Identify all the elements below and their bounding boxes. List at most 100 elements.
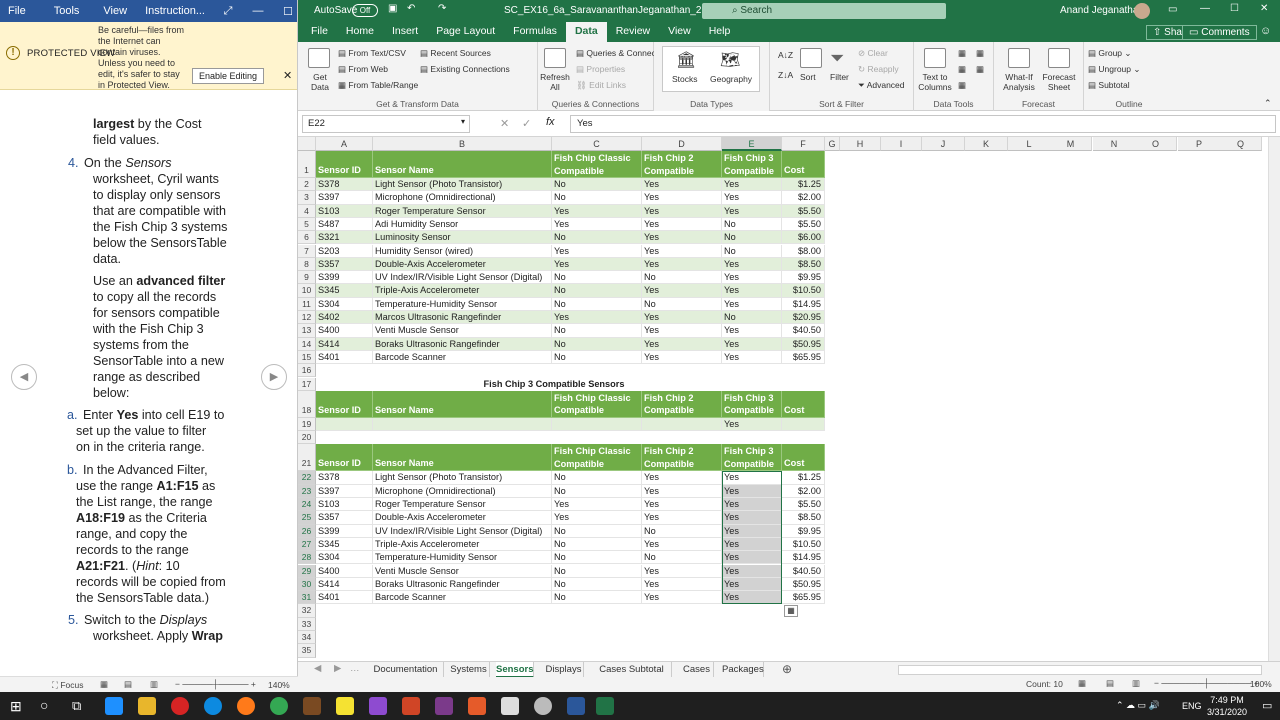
sheet-tab-sensors[interactable]: Sensors <box>496 662 534 678</box>
notepad-icon[interactable] <box>501 697 519 715</box>
header-cell[interactable]: Fish Chip Classic Compatible <box>552 390 642 418</box>
clock-date[interactable]: 3/31/2020 <box>1204 707 1250 717</box>
table-cell[interactable]: Yes <box>722 284 782 298</box>
file-explorer-icon[interactable] <box>138 697 156 715</box>
table-cell[interactable]: No <box>552 591 642 605</box>
table-cell[interactable]: Yes <box>722 324 782 338</box>
table-cell[interactable]: Yes <box>642 244 722 258</box>
app-icon[interactable] <box>468 697 486 715</box>
row-header[interactable]: 1 <box>298 151 316 178</box>
table-cell[interactable]: No <box>722 217 782 232</box>
row-header[interactable]: 24 <box>298 498 316 512</box>
column-header-d[interactable]: D <box>642 137 722 151</box>
table-cell[interactable]: Yes <box>642 217 722 232</box>
header-cell[interactable]: Sensor ID <box>316 390 373 418</box>
worksheet-grid[interactable]: A B C D E F G H I J K L M N O P Q 1 2 3 4 5 6 7 8 9 10 11 12 13 14 15 16… <box>298 137 1280 661</box>
table-cell[interactable]: $14.95 <box>782 551 825 565</box>
row-header[interactable]: 5 <box>298 217 316 232</box>
clear-button[interactable]: ⊘ Clear <box>858 48 888 59</box>
table-cell[interactable]: UV Index/IR/Visible Light Sensor (Digita… <box>373 524 552 538</box>
row-header[interactable]: 23 <box>298 484 316 498</box>
row-header[interactable]: 25 <box>298 511 316 525</box>
table-cell[interactable]: Yes <box>642 484 722 498</box>
row-header[interactable]: 17 <box>298 377 316 391</box>
sheet-tab-packages[interactable]: Packages <box>722 662 764 678</box>
table-cell[interactable]: Yes <box>722 178 782 192</box>
header-cell[interactable]: Fish Chip Classic Compatible <box>552 151 642 178</box>
column-header-l[interactable]: L <box>1008 137 1051 151</box>
table-cell[interactable]: S304 <box>316 297 373 311</box>
column-header-a[interactable]: A <box>316 137 373 151</box>
table-cell[interactable]: S402 <box>316 311 373 325</box>
table-cell[interactable]: Yes <box>552 311 642 325</box>
table-cell[interactable]: Yes <box>552 257 642 272</box>
table-cell[interactable]: Yes <box>722 257 782 272</box>
table-cell[interactable]: $8.50 <box>782 257 825 272</box>
windows-icon[interactable]: ⊞ <box>10 698 22 715</box>
page-break-view-icon[interactable]: ▥ <box>1132 678 1140 689</box>
table-cell[interactable]: Yes <box>642 537 722 552</box>
tab-review[interactable]: Review <box>607 22 659 42</box>
table-cell[interactable]: $9.95 <box>782 271 825 285</box>
flash-fill-icon[interactable]: ▦ <box>958 48 966 59</box>
formula-input[interactable]: Yes <box>570 115 1276 133</box>
table-cell[interactable]: Yes <box>642 350 722 365</box>
restore-icon[interactable]: ⤢ <box>213 5 243 18</box>
table-cell[interactable]: Yes <box>552 498 642 512</box>
table-cell[interactable]: $9.95 <box>782 524 825 538</box>
next-page-icon[interactable]: ▶ <box>261 364 287 390</box>
header-cell[interactable]: Fish Chip Classic Compatible <box>552 444 642 472</box>
table-cell[interactable]: S414 <box>316 337 373 351</box>
print-layout-icon[interactable]: ▤ <box>124 679 132 690</box>
table-cell[interactable]: S378 <box>316 471 373 485</box>
previous-page-icon[interactable]: ◀ <box>11 364 37 390</box>
table-cell[interactable]: No <box>552 191 642 205</box>
excel-icon[interactable] <box>596 697 614 715</box>
table-cell[interactable]: Yes <box>642 311 722 325</box>
table-cell[interactable]: Light Sensor (Photo Transistor) <box>373 471 552 485</box>
data-validation-icon[interactable]: ▦ <box>958 80 966 91</box>
table-cell[interactable]: Yes <box>722 350 782 365</box>
table-cell[interactable]: No <box>552 551 642 565</box>
smiley-icon[interactable]: ☺ <box>1260 25 1271 37</box>
table-cell[interactable]: No <box>642 551 722 565</box>
column-header-h[interactable]: H <box>840 137 881 151</box>
row-header[interactable]: 3 <box>298 191 316 205</box>
next-sheet-icon[interactable]: ▶ <box>334 663 341 674</box>
row-header[interactable]: 14 <box>298 337 316 351</box>
table-cell[interactable]: $40.50 <box>782 324 825 338</box>
table-cell[interactable]: S399 <box>316 524 373 538</box>
refresh-all-button[interactable]: Refresh All <box>538 72 572 92</box>
table-cell[interactable]: S401 <box>316 591 373 605</box>
table-cell[interactable]: Yes <box>552 244 642 258</box>
column-header-k[interactable]: K <box>965 137 1008 151</box>
minimize-icon[interactable]: — <box>1200 3 1210 14</box>
tab-view[interactable]: View <box>659 22 700 42</box>
edit-links-button[interactable]: ⛓ Edit Links <box>576 80 626 91</box>
table-cell[interactable]: Yes <box>642 231 722 245</box>
table-cell[interactable]: No <box>642 524 722 538</box>
table-cell[interactable]: Roger Temperature Sensor <box>373 204 552 218</box>
collapse-ribbon-icon[interactable]: ⌃ <box>1264 98 1272 109</box>
table-cell[interactable]: No <box>552 271 642 285</box>
criteria-cell[interactable] <box>552 417 642 432</box>
zoom-level[interactable]: 140% <box>268 680 290 690</box>
header-cell[interactable]: Sensor ID <box>316 444 373 472</box>
ribbon-display-icon[interactable]: ▭ <box>1168 4 1177 15</box>
powerpoint-icon[interactable] <box>402 697 420 715</box>
zoom-slider[interactable]: − ─────┼───── + <box>175 679 256 689</box>
header-cell[interactable]: Sensor Name <box>373 444 552 472</box>
row-header[interactable]: 33 <box>298 617 316 631</box>
table-cell[interactable]: Yes <box>642 284 722 298</box>
sheet-tab-displays[interactable]: Displays <box>544 662 584 678</box>
table-cell[interactable]: Microphone (Omnidirectional) <box>373 484 552 498</box>
forecast-sheet-button[interactable]: Forecast Sheet <box>1040 72 1078 92</box>
row-header[interactable]: 20 <box>298 431 316 445</box>
header-cell[interactable]: Fish Chip 2 Compatible <box>642 444 722 472</box>
table-cell[interactable]: No <box>642 297 722 311</box>
table-cell[interactable]: $5.50 <box>782 217 825 232</box>
chrome-icon[interactable] <box>270 697 288 715</box>
table-cell[interactable]: S357 <box>316 257 373 272</box>
header-cell[interactable]: Cost <box>782 444 825 472</box>
tab-file[interactable]: File <box>298 22 337 42</box>
